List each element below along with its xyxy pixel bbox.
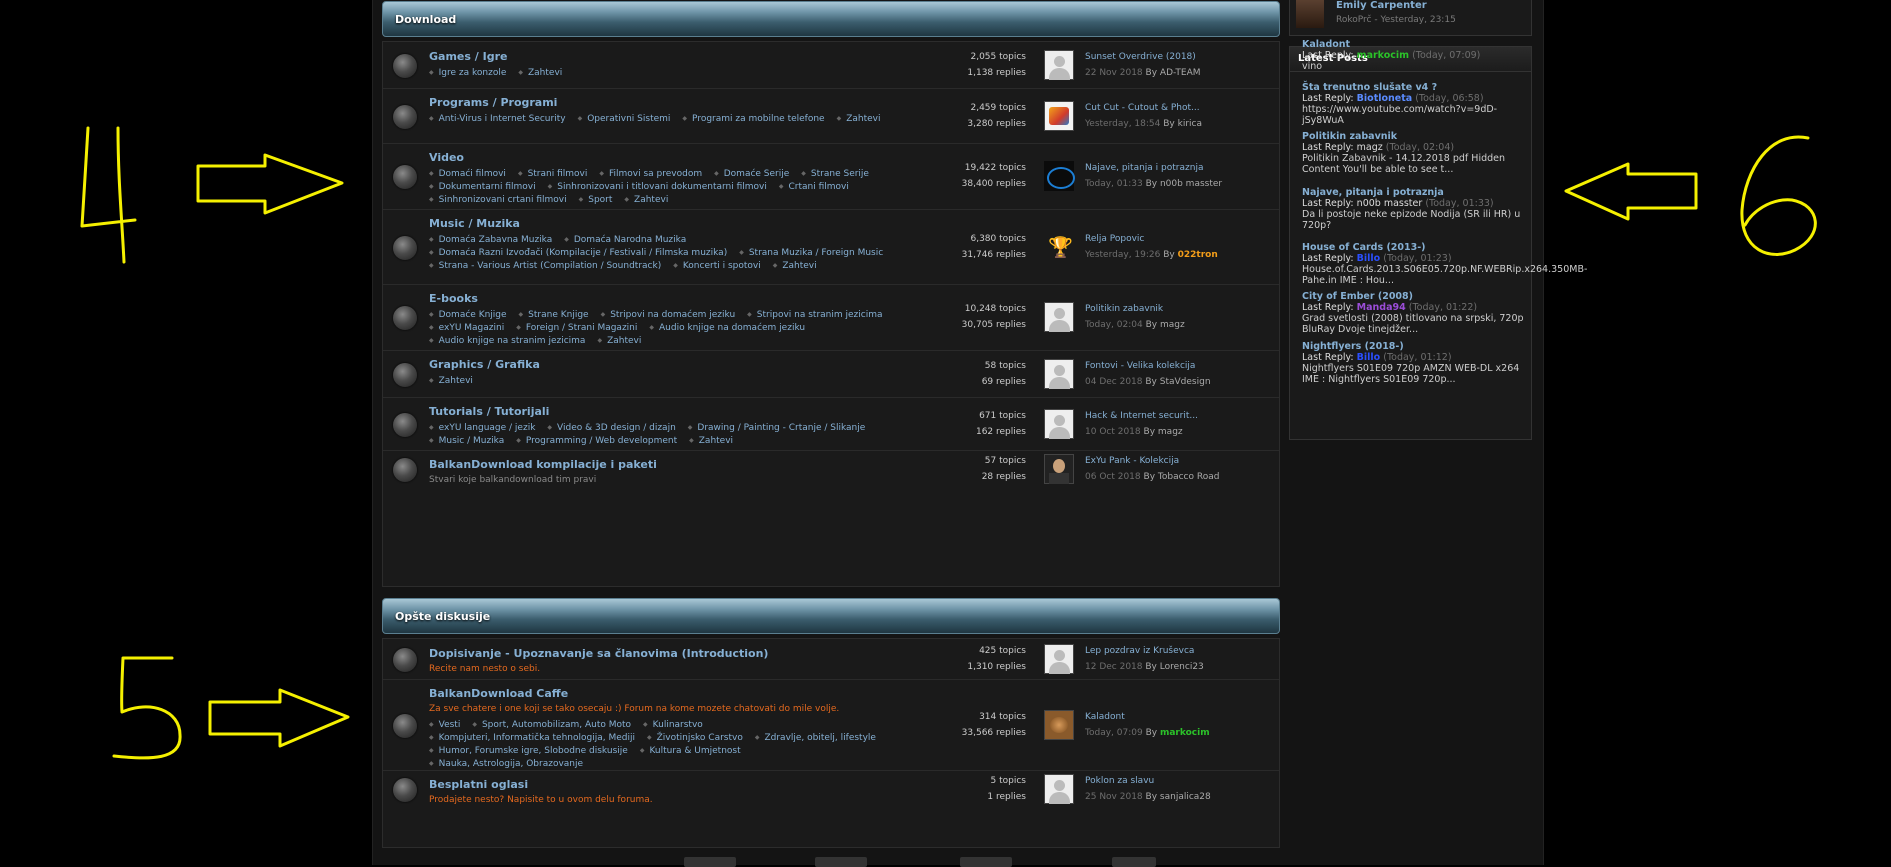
annotation-arrow-right [208, 688, 350, 748]
annotation-digit-6 [1740, 135, 1817, 256]
annotation-arrow-right [196, 153, 344, 215]
annotation-arrow-left [1564, 162, 1698, 221]
annotation-overlay [80, 126, 1817, 760]
annotation-digit-4 [80, 126, 137, 264]
annotation-digit-5 [112, 656, 182, 760]
